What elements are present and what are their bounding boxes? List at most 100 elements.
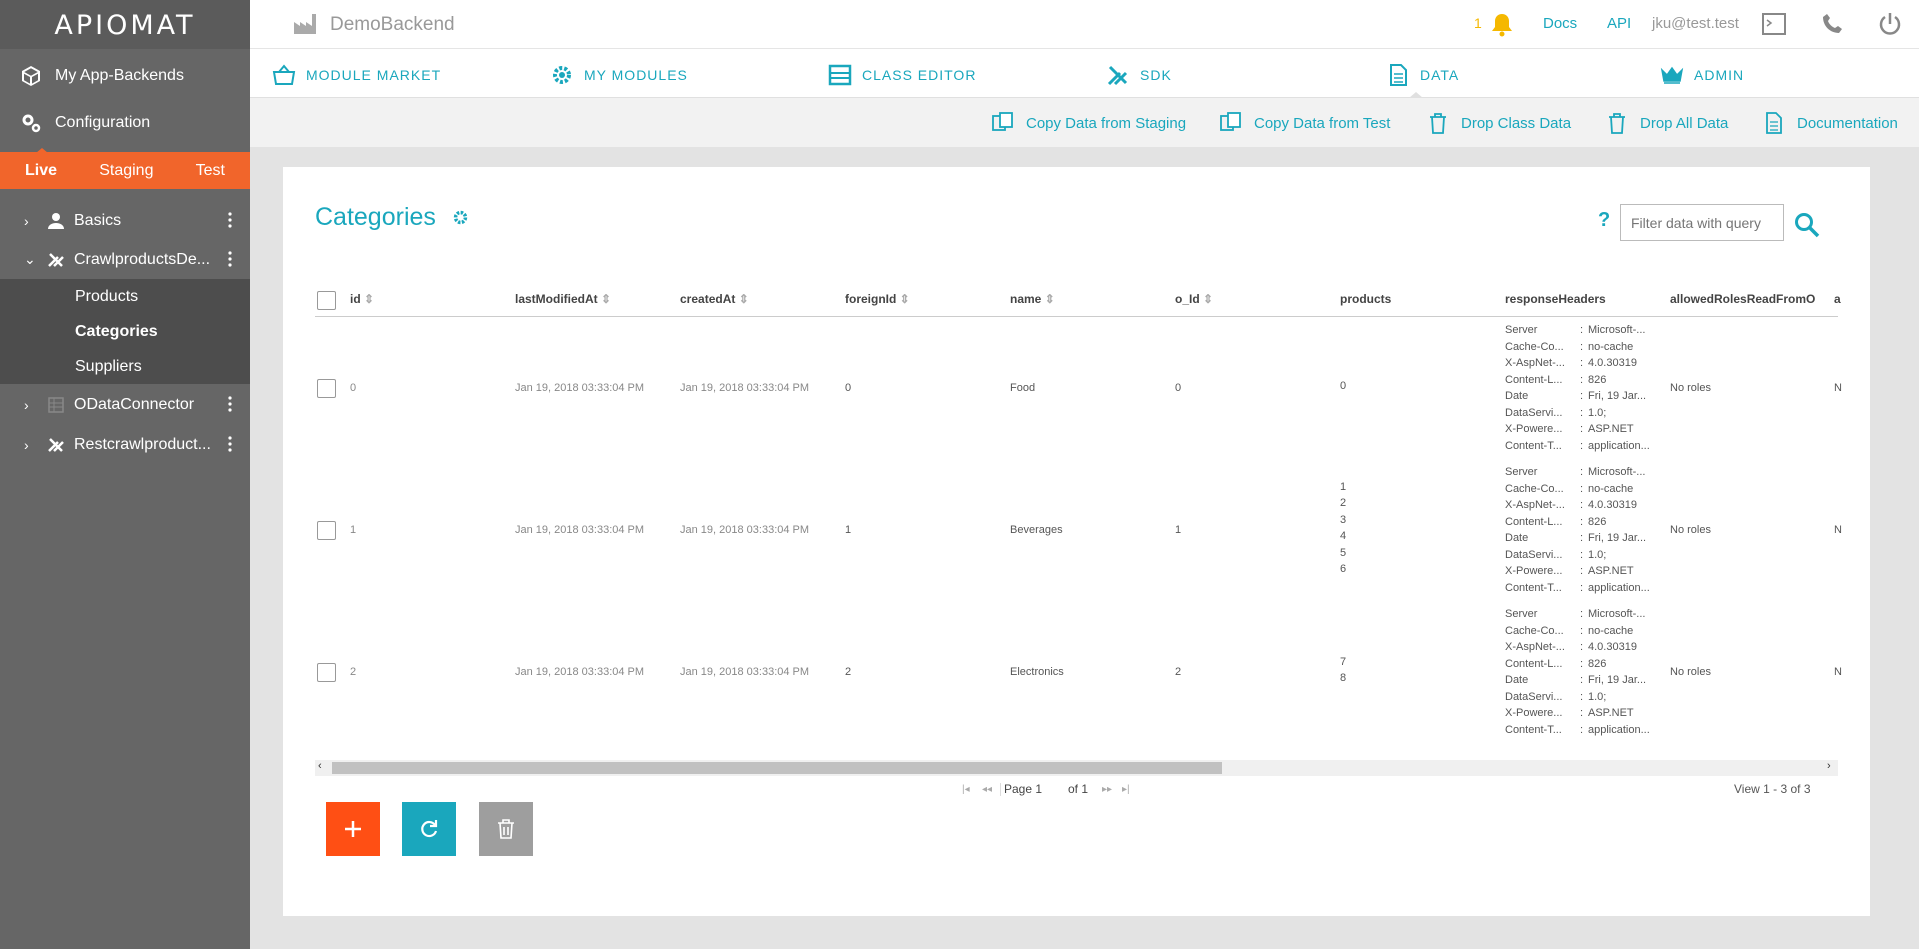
column-header-id[interactable]: id ⇕	[350, 292, 374, 306]
response-header-key: X-Powere...	[1505, 565, 1563, 577]
cell-truncated: N	[1834, 666, 1842, 678]
tree-subitem-suppliers[interactable]: Suppliers	[0, 349, 250, 384]
filter-input[interactable]	[1620, 204, 1784, 241]
chevron-right-icon[interactable]: ›	[24, 397, 36, 413]
response-header-key: Server	[1505, 324, 1538, 336]
column-header-products[interactable]: products	[1340, 292, 1391, 306]
user-email[interactable]: jku@test.test	[1652, 15, 1739, 32]
column-header-createdat[interactable]: createdAt ⇕	[680, 292, 749, 306]
chevron-down-icon[interactable]: ⌄	[24, 251, 36, 268]
tab-my-modules[interactable]: MY MODULES	[550, 63, 688, 87]
notification-count: 1	[1474, 15, 1482, 31]
search-icon[interactable]	[1794, 212, 1820, 238]
tree-subitem-categories[interactable]: Categories	[0, 314, 250, 349]
cell-lastmodifiedat: Jan 19, 2018 03:33:04 PM	[515, 382, 645, 394]
cell-lastmodifiedat: Jan 19, 2018 03:33:04 PM	[515, 666, 645, 678]
response-header-key: Date	[1505, 390, 1529, 402]
header-label: lastModifiedAt	[515, 292, 598, 306]
kebab-menu-icon[interactable]	[228, 250, 232, 268]
grid-icon	[48, 396, 64, 413]
my-app-backends-link[interactable]: My App-Backends	[0, 53, 250, 99]
last-page-icon[interactable]: ▸|	[1122, 784, 1130, 795]
response-header-key: DataServi...	[1505, 406, 1563, 419]
delete-button[interactable]	[479, 802, 533, 856]
tree-item-crawlproducts[interactable]: ⌄ CrawlproductsDe...	[0, 240, 250, 279]
terminal-icon[interactable]	[1762, 13, 1786, 35]
response-header-separator: :	[1580, 466, 1584, 478]
scroll-right-arrow-icon[interactable]: ›	[1827, 760, 1831, 772]
column-header-truncated[interactable]: a	[1834, 292, 1841, 306]
kebab-menu-icon[interactable]	[228, 395, 232, 413]
tab-module-market[interactable]: MODULE MARKET	[272, 63, 441, 87]
copy-from-test-button[interactable]: Copy Data from Test	[1220, 112, 1390, 134]
class-editor-icon	[828, 64, 852, 86]
copy-from-staging-button[interactable]: Copy Data from Staging	[992, 112, 1186, 134]
tab-data[interactable]: DATA	[1386, 63, 1459, 87]
backend-name[interactable]: DemoBackend	[330, 14, 455, 36]
cell-truncated: N	[1834, 524, 1842, 536]
response-header-key: X-Powere...	[1505, 707, 1563, 719]
docs-link[interactable]: Docs	[1543, 15, 1577, 32]
stage-test-tab[interactable]: Test	[196, 162, 225, 180]
help-icon[interactable]: ?	[1598, 209, 1610, 232]
tab-class-editor[interactable]: CLASS EDITOR	[828, 63, 976, 87]
tree-subitem-products[interactable]: Products	[0, 279, 250, 314]
document-icon	[1390, 64, 1407, 86]
header-divider	[315, 316, 1838, 317]
row-checkbox[interactable]	[317, 521, 336, 540]
tab-admin[interactable]: ADMIN	[1660, 63, 1744, 87]
apiomat-logo[interactable]: APIOMAT	[38, 8, 212, 42]
tree-item-odataconnector[interactable]: › ODataConnector	[0, 385, 250, 424]
refresh-button[interactable]	[402, 802, 456, 856]
prev-page-icon[interactable]: ◂◂	[982, 784, 992, 795]
response-header-separator: :	[1580, 608, 1584, 620]
select-all-checkbox[interactable]	[317, 291, 336, 310]
column-header-lastmodifiedat[interactable]: lastModifiedAt ⇕	[515, 292, 611, 306]
chevron-right-icon[interactable]: ›	[24, 437, 36, 453]
bell-icon[interactable]	[1489, 11, 1515, 37]
action-label: Documentation	[1797, 114, 1898, 132]
plus-icon	[345, 821, 361, 837]
response-header-value: 4.0.30319	[1588, 357, 1637, 369]
tab-sdk[interactable]: SDK	[1106, 63, 1172, 87]
tree-item-restcrawlproducts[interactable]: › Restcrawlproduct...	[0, 425, 250, 464]
support-phone-icon[interactable]	[1820, 13, 1846, 37]
tree-item-basics[interactable]: › Basics	[0, 201, 250, 240]
row-checkbox[interactable]	[317, 663, 336, 682]
kebab-menu-icon[interactable]	[228, 211, 232, 229]
drop-all-data-button[interactable]: Drop All Data	[1606, 112, 1728, 134]
configuration-link[interactable]: Configuration	[0, 100, 250, 146]
response-header-separator: :	[1580, 499, 1584, 511]
response-header-separator: :	[1580, 515, 1584, 528]
response-header-separator: :	[1580, 641, 1584, 653]
scroll-left-arrow-icon[interactable]: ‹	[318, 760, 322, 772]
response-header-separator: :	[1580, 581, 1584, 594]
response-header-value: Microsoft-...	[1588, 324, 1646, 336]
cell-id: 2	[350, 666, 357, 678]
column-header-allowedroles[interactable]: allowedRolesReadFromO	[1670, 292, 1834, 306]
column-header-foreignid[interactable]: foreignId ⇕	[845, 292, 910, 306]
api-link[interactable]: API	[1607, 15, 1631, 32]
stage-live-tab[interactable]: Live	[25, 162, 57, 180]
column-header-responseheaders[interactable]: responseHeaders	[1505, 292, 1606, 306]
subitem-label: Categories	[75, 322, 158, 340]
settings-gear-icon[interactable]	[452, 209, 469, 226]
column-header-o-id[interactable]: o_Id ⇕	[1175, 292, 1213, 306]
scrollbar-thumb[interactable]	[332, 762, 1222, 774]
stage-staging-tab[interactable]: Staging	[99, 162, 153, 180]
crown-icon	[1660, 66, 1684, 84]
documentation-button[interactable]: Documentation	[1763, 112, 1898, 134]
first-page-icon[interactable]: |◂	[962, 784, 970, 795]
column-header-name[interactable]: name ⇕	[1010, 292, 1055, 306]
cell-lastmodifiedat: Jan 19, 2018 03:33:04 PM	[515, 524, 645, 536]
drop-class-data-button[interactable]: Drop Class Data	[1427, 112, 1571, 134]
next-page-icon[interactable]: ▸▸	[1102, 784, 1112, 795]
cell-allowed-roles: No roles	[1670, 382, 1711, 394]
power-icon[interactable]	[1877, 11, 1903, 37]
add-button[interactable]	[326, 802, 380, 856]
chevron-right-icon[interactable]: ›	[24, 213, 36, 229]
sort-icon: ⇕	[1044, 292, 1055, 306]
copy-icon	[992, 112, 1013, 131]
kebab-menu-icon[interactable]	[228, 435, 232, 453]
row-checkbox[interactable]	[317, 379, 336, 398]
